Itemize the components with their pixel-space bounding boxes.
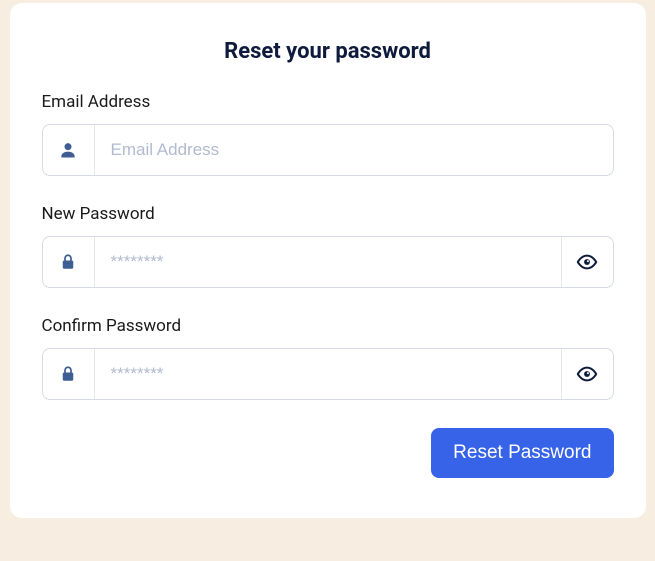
new-password-label: New Password <box>42 204 614 224</box>
page-title: Reset your password <box>42 39 614 64</box>
eye-icon[interactable] <box>561 237 613 287</box>
email-input[interactable] <box>95 125 613 175</box>
lock-icon <box>43 349 95 399</box>
new-password-input-wrap <box>42 236 614 288</box>
confirm-password-field-group: Confirm Password <box>42 316 614 400</box>
confirm-password-input-wrap <box>42 348 614 400</box>
lock-icon <box>43 237 95 287</box>
new-password-input[interactable] <box>95 237 561 287</box>
user-icon <box>43 125 95 175</box>
email-field-group: Email Address <box>42 92 614 176</box>
confirm-password-label: Confirm Password <box>42 316 614 336</box>
confirm-password-input[interactable] <box>95 349 561 399</box>
reset-password-button[interactable]: Reset Password <box>431 428 613 478</box>
eye-icon[interactable] <box>561 349 613 399</box>
form-actions: Reset Password <box>42 428 614 478</box>
new-password-field-group: New Password <box>42 204 614 288</box>
reset-password-card: Reset your password Email Address New Pa… <box>10 3 646 518</box>
email-label: Email Address <box>42 92 614 112</box>
email-input-wrap <box>42 124 614 176</box>
